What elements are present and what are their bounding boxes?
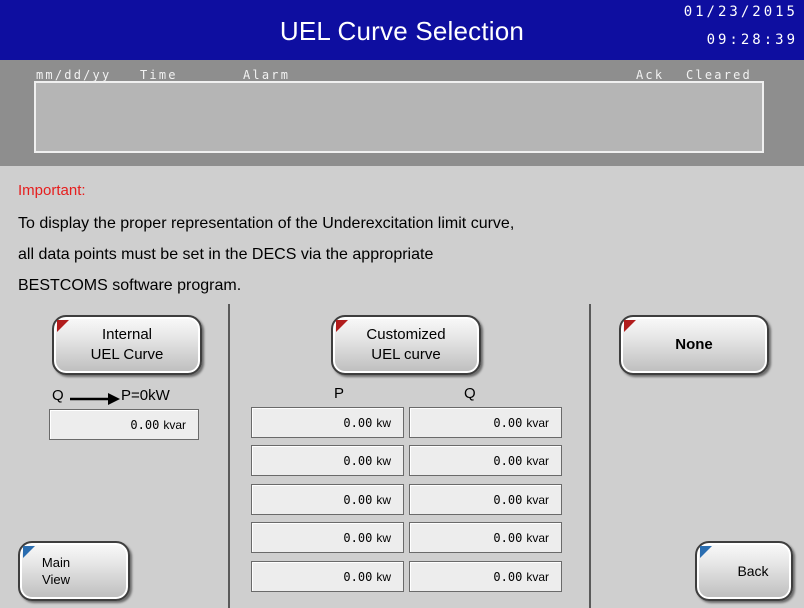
date-display: 01/23/2015 [683,4,798,20]
notice-line-1: To display the proper representation of … [18,215,515,232]
p-unit: kw [376,530,391,545]
p-unit: kw [376,492,391,507]
blue-corner-icon [23,546,35,558]
q-number: 0.00 [493,492,523,507]
time-display: 09:28:39 [706,32,798,48]
p-number: 0.00 [343,569,373,584]
alarm-col-ack: Ack [636,68,665,82]
customized-uel-label-line1: Customized [366,326,446,343]
q-value-field-2[interactable]: 0.00 kvar [409,445,562,476]
p-value-field-4[interactable]: 0.00 kw [251,522,404,553]
p-unit: kw [376,569,391,584]
alarm-banner: mm/dd/yy Time Alarm Ack Cleared [0,60,804,166]
blue-corner-icon [700,546,712,558]
red-corner-icon [336,320,348,332]
alarm-list[interactable] [34,81,764,153]
alarm-col-alarm: Alarm [243,68,291,82]
p-value-field-3[interactable]: 0.00 kw [251,484,404,515]
main-view-button[interactable]: Main View [18,541,130,601]
alarm-col-time: Time [140,68,178,82]
red-corner-icon [624,320,636,332]
p-number: 0.00 [343,415,373,430]
p-value-field-1[interactable]: 0.00 kw [251,407,404,438]
q-unit: kvar [526,492,549,507]
q-value-field-5[interactable]: 0.00 kvar [409,561,562,592]
internal-q-number: 0.00 [130,417,160,432]
internal-uel-curve-button[interactable]: Internal UEL Curve [52,315,202,375]
internal-uel-label-line1: Internal [101,326,153,343]
q-unit: kvar [526,569,549,584]
p-value-field-5[interactable]: 0.00 kw [251,561,404,592]
back-button-label: Back [737,563,769,579]
notice-line-2: all data points must be set in the DECS … [18,246,434,263]
main-view-label-line2: View [42,572,70,587]
p-column-header: P [334,385,345,402]
page-title: UEL Curve Selection [279,16,525,46]
q-unit: kvar [526,453,549,468]
internal-q-unit: kvar [163,417,186,432]
red-corner-icon [57,320,69,332]
q-value-field-3[interactable]: 0.00 kvar [409,484,562,515]
q-number: 0.00 [493,415,523,430]
none-button[interactable]: None [619,315,769,375]
p-number: 0.00 [343,453,373,468]
panel-divider-left [228,304,230,608]
q-column-header: Q [464,385,476,402]
q-unit: kvar [526,415,549,430]
q-unit: kvar [526,530,549,545]
customized-uel-curve-button[interactable]: Customized UEL curve [331,315,481,375]
alarm-col-cleared: Cleared [686,68,752,82]
main-view-label-line1: Main [41,555,71,570]
p-unit: kw [376,453,391,468]
back-button[interactable]: Back [695,541,793,601]
q-number: 0.00 [493,569,523,584]
q-label: Q [52,387,64,404]
panel-divider-right [589,304,591,608]
p-number: 0.00 [343,492,373,507]
title-bar: UEL Curve Selection 01/23/2015 09:28:39 [0,0,804,60]
alarm-col-date: mm/dd/yy [36,68,112,82]
internal-q-value-field[interactable]: 0.00 kvar [49,409,199,440]
q-value-field-4[interactable]: 0.00 kvar [409,522,562,553]
notice-line-3: BESTCOMS software program. [18,277,242,294]
important-heading: Important: [18,182,86,199]
p-value-field-2[interactable]: 0.00 kw [251,445,404,476]
none-button-label: None [675,336,713,353]
q-number: 0.00 [493,453,523,468]
q-number: 0.00 [493,530,523,545]
p-equals-label: P=0kW [121,387,170,404]
p-number: 0.00 [343,530,373,545]
customized-uel-label-line2: UEL curve [371,346,441,363]
arrow-right-icon [70,393,120,405]
internal-uel-label-line2: UEL Curve [90,346,164,363]
q-value-field-1[interactable]: 0.00 kvar [409,407,562,438]
p-unit: kw [376,415,391,430]
